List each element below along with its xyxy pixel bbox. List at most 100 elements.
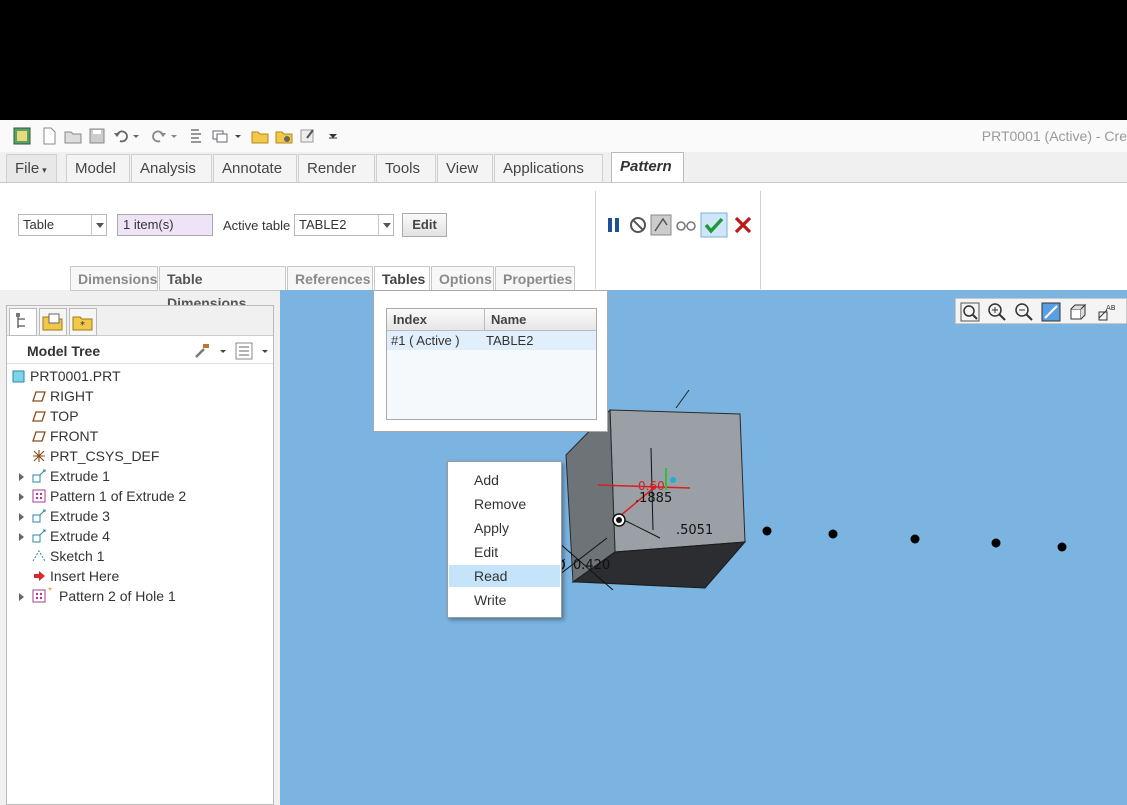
tree-item-top[interactable]: TOP [7, 406, 273, 426]
black-top-band [0, 0, 1127, 120]
creo-window: PRT0001 (Active) - Cre File ▾ Model Analy… [0, 120, 1127, 805]
star-marker-icon: * [48, 586, 52, 597]
chevron-down-icon[interactable] [260, 344, 270, 358]
verify-glasses-icon[interactable] [674, 213, 698, 237]
tree-item-extrude-1[interactable]: Extrude 1 [7, 466, 273, 486]
undo-icon[interactable] [112, 127, 130, 145]
expand-arrow-icon[interactable] [19, 533, 24, 541]
block-side-face [565, 408, 616, 583]
column-header-index[interactable]: Index [393, 312, 427, 327]
tree-item-sketch-1[interactable]: Sketch 1 [7, 546, 273, 566]
csys-icon [33, 450, 45, 462]
tree-item-extrude-4[interactable]: Extrude 4 [7, 526, 273, 546]
tree-item-prt0001[interactable]: PRT0001.PRT [7, 366, 273, 386]
dimension-text[interactable]: 0.420 [573, 558, 610, 573]
new-file-icon[interactable] [40, 127, 58, 145]
tab-references[interactable]: References [287, 266, 373, 291]
expand-arrow-icon[interactable] [19, 513, 24, 521]
tab-annotate[interactable]: Annotate [213, 154, 297, 182]
tab-properties[interactable]: Properties [495, 266, 575, 291]
undo-dropdown-icon[interactable] [131, 127, 141, 145]
close-window-icon[interactable] [299, 127, 317, 145]
menu-item-add[interactable]: Add [449, 469, 560, 491]
tree-item-extrude-3[interactable]: Extrude 3 [7, 506, 273, 526]
expand-arrow-icon[interactable] [19, 493, 24, 501]
regenerate-icon[interactable] [188, 127, 206, 145]
tab-applications[interactable]: Applications [494, 154, 603, 182]
tree-item-label: Insert Here [50, 568, 120, 584]
feature-preview-icon[interactable] [649, 213, 673, 237]
tree-item-label: Extrude 4 [50, 528, 110, 544]
no-preview-icon[interactable] [626, 213, 650, 237]
tab-tools[interactable]: Tools [376, 154, 436, 182]
tab-options[interactable]: Options [431, 266, 494, 291]
chevron-down-icon: ▾ [42, 165, 47, 175]
cancel-x-icon[interactable] [731, 213, 755, 237]
open-file-icon[interactable] [64, 127, 82, 145]
edit-table-button[interactable]: Edit [402, 213, 447, 237]
tab-tables[interactable]: Tables [374, 266, 430, 291]
folder-browser-icon [42, 313, 63, 331]
customize-toolbar-icon[interactable] [326, 127, 340, 145]
tab-file[interactable]: File ▾ [6, 154, 57, 182]
menu-item-edit[interactable]: Edit [449, 541, 560, 563]
model-tree-tab[interactable] [9, 308, 37, 336]
pattern-point [991, 538, 1001, 548]
items-collector[interactable]: 1 item(s) [117, 214, 213, 236]
windows-icon[interactable] [211, 127, 229, 145]
folder-icon[interactable] [251, 127, 269, 145]
tree-item-csys[interactable]: PRT_CSYS_DEF [7, 446, 273, 466]
menu-item-apply[interactable]: Apply [449, 517, 560, 539]
tab-render[interactable]: Render [298, 154, 375, 182]
app-logo-icon [13, 127, 31, 145]
active-table-select[interactable]: TABLE2 [294, 214, 394, 236]
datum-plane-icon [32, 411, 46, 422]
save-icon[interactable] [88, 127, 106, 145]
dimension-text[interactable]: .1885 [635, 491, 672, 506]
menu-item-read[interactable]: Read [449, 565, 560, 587]
chevron-down-icon[interactable] [218, 344, 228, 358]
active-table-label: Active table [223, 218, 291, 233]
expand-arrow-icon[interactable] [19, 593, 24, 601]
tables-list-header: Index Name [387, 309, 596, 331]
tree-item-label: FRONT [50, 428, 99, 444]
part-icon [12, 370, 25, 383]
windows-dropdown-icon[interactable] [233, 127, 243, 145]
tab-pattern[interactable]: Pattern [611, 152, 684, 182]
show-list-icon[interactable] [235, 342, 253, 360]
menu-item-write[interactable]: Write [449, 589, 560, 611]
extrude-icon [32, 529, 46, 543]
tree-item-right[interactable]: RIGHT [7, 386, 273, 406]
navigator-panel: * Model Tree PRT0001.PRT RIGHT TOP FRONT… [6, 305, 274, 805]
pattern-icon [32, 589, 46, 603]
tab-analysis[interactable]: Analysis [131, 154, 212, 182]
tree-item-pattern-1[interactable]: Pattern 1 of Extrude 2 [7, 486, 273, 506]
tree-item-front[interactable]: FRONT [7, 426, 273, 446]
dimension-text[interactable]: .5051 [676, 523, 713, 538]
column-header-name[interactable]: Name [491, 312, 526, 327]
menu-item-remove[interactable]: Remove [449, 493, 560, 515]
tab-dimensions[interactable]: Dimensions [70, 266, 158, 291]
pattern-point [1057, 542, 1067, 552]
folder-settings-icon[interactable] [275, 127, 293, 145]
tab-view[interactable]: View [437, 154, 493, 182]
dimension-text[interactable]: 0.60 [638, 479, 665, 493]
insert-arrow-icon [34, 571, 45, 581]
tree-settings-icon[interactable] [193, 342, 211, 360]
pattern-type-select[interactable]: Table [18, 214, 107, 236]
tab-table-dimensions[interactable]: Table Dimensions [159, 266, 286, 311]
tree-item-insert-here[interactable]: Insert Here [7, 566, 273, 586]
redo-icon[interactable] [150, 127, 168, 145]
folder-browser-tab[interactable] [39, 308, 67, 336]
tree-item-pattern-2[interactable]: * Pattern 2 of Hole 1 [7, 586, 273, 606]
pause-icon[interactable] [602, 213, 626, 237]
expand-arrow-icon[interactable] [19, 473, 24, 481]
datum-plane-icon [32, 431, 46, 442]
tree-item-label: Sketch 1 [50, 548, 105, 564]
redo-dropdown-icon[interactable] [169, 127, 179, 145]
tab-model[interactable]: Model [66, 154, 130, 182]
anchor-point-center [616, 517, 622, 523]
ok-check-icon[interactable] [700, 212, 728, 238]
table-row[interactable]: #1 ( Active ) TABLE2 [387, 331, 596, 350]
favorites-tab[interactable]: * [69, 308, 97, 336]
